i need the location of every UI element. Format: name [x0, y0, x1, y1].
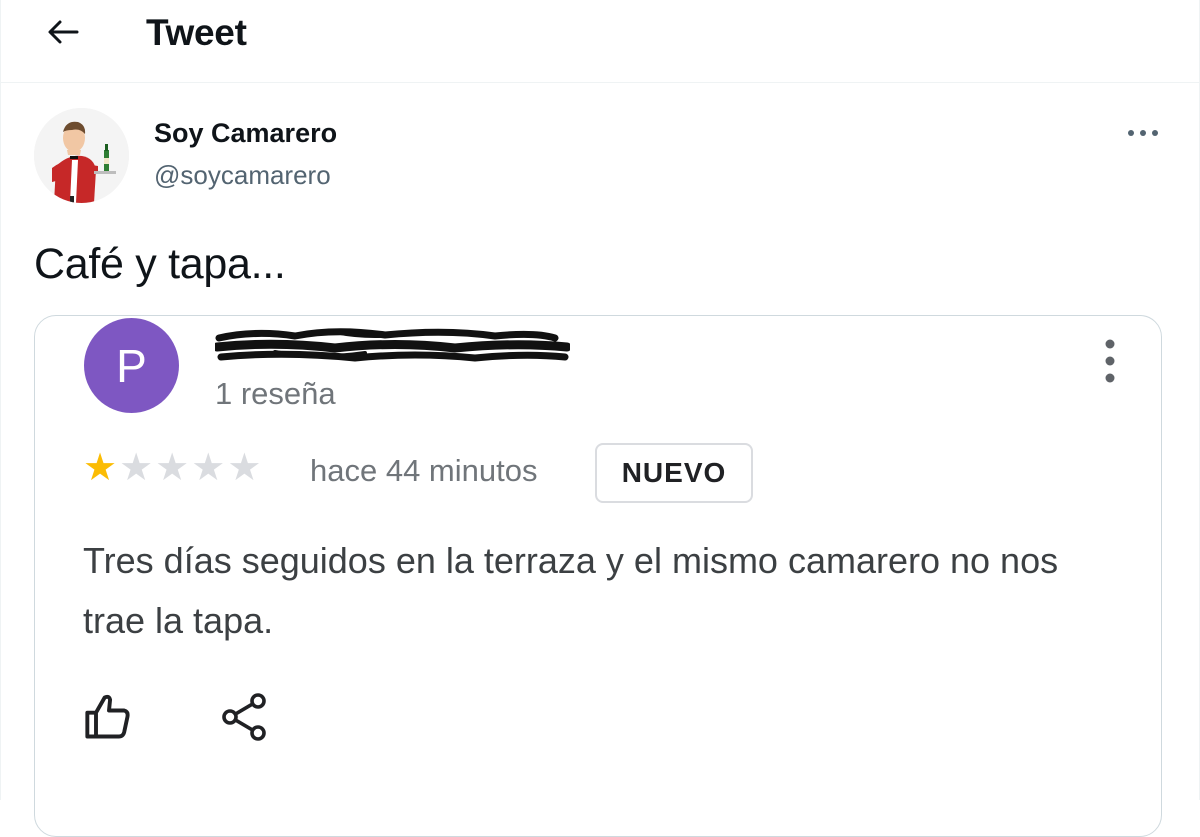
- avatar[interactable]: [34, 108, 129, 203]
- waiter-illustration: [34, 108, 129, 203]
- attached-review-screenshot[interactable]: P 1 reseña ★ ★ ★ ★ ★ hace 44 minutos NUEVO T…: [34, 315, 1162, 837]
- star-empty-icon: ★: [119, 447, 154, 489]
- thumbs-up-icon: [85, 694, 130, 739]
- share-icon: [222, 693, 266, 741]
- star-rating: ★ ★ ★ ★ ★: [83, 448, 261, 488]
- page-title: Tweet: [146, 12, 247, 53]
- share-button[interactable]: [220, 691, 280, 751]
- author-name[interactable]: Soy Camarero: [154, 118, 337, 149]
- review-time: hace 44 minutos: [310, 453, 538, 488]
- review-text: Tres días seguidos en la terraza y el mi…: [83, 540, 1059, 641]
- like-button[interactable]: [83, 691, 143, 751]
- star-filled-icon: ★: [83, 447, 118, 489]
- tweet-page: Tweet Soy Camarero @soycamarero Café y t…: [0, 0, 1200, 837]
- star-empty-icon: ★: [227, 447, 262, 489]
- review-count: 1 reseña: [215, 376, 336, 411]
- author-handle[interactable]: @soycamarero: [154, 160, 331, 191]
- reviewer-avatar: P: [84, 318, 179, 413]
- arrow-left-icon: [48, 20, 79, 44]
- redacted-reviewer-name: [215, 328, 570, 362]
- more-vertical-icon: [1105, 339, 1115, 383]
- back-button[interactable]: [41, 12, 85, 52]
- star-empty-icon: ★: [191, 447, 226, 489]
- star-empty-icon: ★: [155, 447, 190, 489]
- new-badge: NUEVO: [595, 443, 753, 503]
- review-menu-button[interactable]: [1090, 336, 1130, 386]
- more-horizontal-icon: [1128, 130, 1158, 136]
- tweet-text: Café y tapa...: [34, 240, 286, 288]
- page-header: Tweet: [1, 0, 1200, 83]
- more-options-button[interactable]: [1121, 118, 1165, 148]
